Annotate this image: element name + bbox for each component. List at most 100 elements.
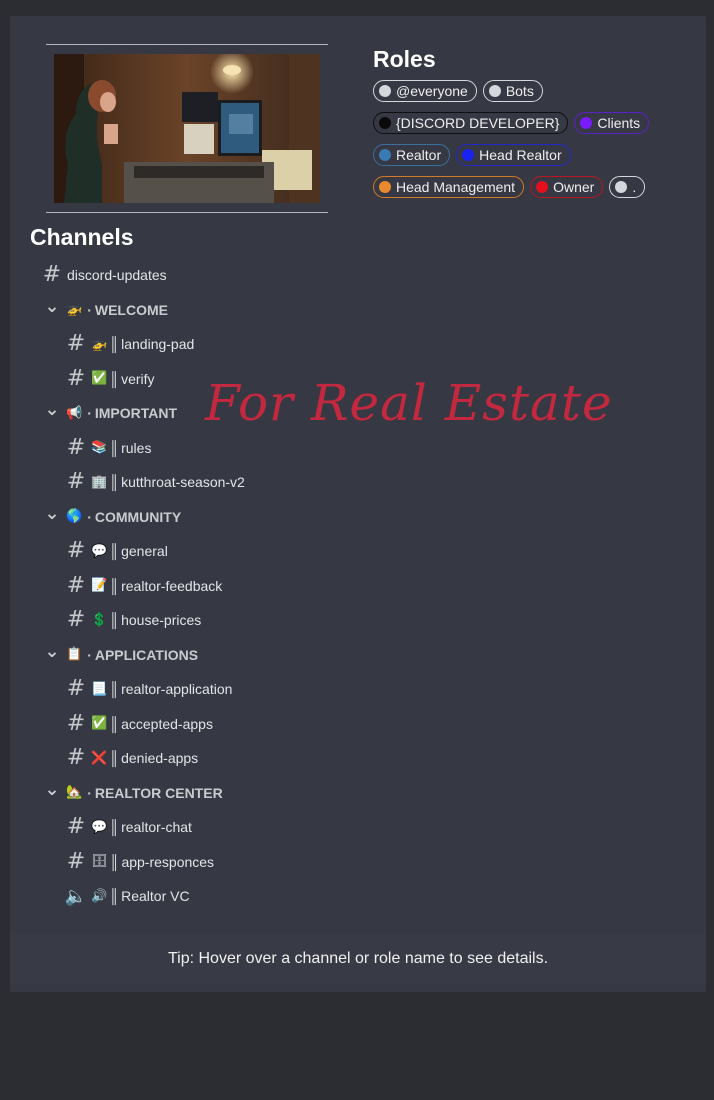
channel-item[interactable]: # 📃 ║ realtor-application [40,672,680,707]
role-name: Bots [505,83,534,99]
channel-name: app-responces [121,853,215,870]
roles-heading: Roles [373,46,436,72]
channel-name: kutthroat-season-v2 [121,474,245,491]
role-name: Clients [597,115,641,131]
category-emoji: 🚁 [66,302,83,318]
channel-list: # discord-updates ⌄ 🚁 · WELCOME # 🚁 ║ landing-pad… [40,258,680,914]
role-pill[interactable]: @everyone [373,80,477,102]
banner-frame [46,44,328,213]
channel-emoji: ✅ [91,371,108,387]
channel-name: realtor-application [121,681,233,698]
role-pill[interactable]: Owner [530,176,604,198]
channel-name: landing-pad [121,336,195,353]
channel-name: rules [121,439,152,456]
category-emoji: 🌎 [66,509,83,525]
text-channel-icon: # [66,572,86,598]
channel-item[interactable]: # 🗄 ║ app-responces [40,845,680,880]
channel-item[interactable]: # 🚁 ║ landing-pad [40,327,680,362]
category-header[interactable]: ⌄ 🌎 · COMMUNITY [40,500,680,535]
channel-separator: ║ [109,888,120,905]
role-name: Owner [553,179,595,195]
text-channel-icon: # [66,434,86,460]
role-name: @everyone [396,83,468,99]
channel-item[interactable]: # 📚 ║ rules [40,431,680,466]
channel-item[interactable]: # ✅ ║ accepted-apps [40,707,680,742]
text-channel-icon: # [66,745,86,771]
category-header[interactable]: ⌄ 🚁 · WELCOME [40,293,680,328]
channel-name: general [121,543,168,560]
channel-name: Realtor VC [121,888,190,905]
text-channel-icon: # [66,848,86,874]
text-channel-icon: # [66,538,86,564]
role-color-dot [615,181,628,193]
channel-separator: ║ [109,474,120,491]
channel-separator: ║ [109,819,120,836]
channel-emoji: 💲 [91,612,108,628]
role-pill[interactable]: Head Management [373,176,525,198]
channel-item[interactable]: # ❌ ║ denied-apps [40,741,680,776]
channel-item[interactable]: # 💲 ║ house-prices [40,603,680,638]
channel-separator: ║ [109,577,120,594]
server-banner-image [54,54,320,203]
channel-emoji: ❌ [91,750,108,766]
category-separator: · [87,508,92,525]
channel-name: realtor-chat [121,819,192,836]
role-pill[interactable]: Realtor [373,144,451,166]
channel-separator: ║ [109,543,120,560]
category-separator: · [87,301,92,318]
channel-emoji: 💬 [91,543,108,559]
category-name: IMPORTANT [94,405,178,422]
role-name: . [632,179,637,195]
role-color-dot [536,181,549,193]
channel-item[interactable]: # 🏢 ║ kutthroat-season-v2 [40,465,680,500]
channel-emoji: 💬 [91,819,108,835]
channels-heading: Channels [30,224,134,250]
channel-emoji: 🔊 [91,888,108,904]
channel-separator: ║ [109,750,120,767]
role-name: Head Management [396,179,516,195]
category-name: APPLICATIONS [94,646,199,663]
role-color-dot [379,149,391,161]
channel-item[interactable]: # 💬 ║ general [40,534,680,569]
channel-item[interactable]: # 💬 ║ realtor-chat [40,810,680,845]
role-row: {DISCORD DEVELOPER} Clients [373,112,703,136]
channel-item[interactable]: # discord-updates [40,258,680,293]
roles-list: @everyone Bots {DISCORD DEVELOPER} Clients R… [373,80,703,200]
category-header[interactable]: ⌄ 📋 · APPLICATIONS [40,638,680,673]
role-row: @everyone Bots [373,80,703,104]
role-pill[interactable]: {DISCORD DEVELOPER} [373,112,569,134]
channel-emoji: ✅ [91,716,108,732]
role-color-dot [379,181,391,193]
category-separator: · [87,405,92,422]
role-pill[interactable]: Bots [482,80,543,102]
role-name: Realtor [396,147,442,163]
channel-separator: ║ [109,336,120,353]
chevron-down-icon[interactable]: ⌄ [44,642,60,660]
channel-separator: ║ [109,612,120,629]
channel-separator: ║ [109,370,120,387]
channel-name: verify [121,370,155,387]
category-separator: · [87,646,92,663]
channel-item[interactable]: 🔈 🔊 ║ Realtor VC [40,879,680,914]
category-header[interactable]: ⌄ 🏡 · REALTOR CENTER [40,776,680,811]
category-separator: · [87,784,92,801]
text-channel-icon: # [66,331,86,357]
channel-name: denied-apps [121,750,199,767]
category-name: REALTOR CENTER [94,784,223,801]
chevron-down-icon[interactable]: ⌄ [44,297,60,315]
role-color-dot [462,149,475,161]
chevron-down-icon[interactable]: ⌄ [44,504,60,522]
tip-text: Tip: Hover over a channel or role name t… [167,950,549,967]
role-color-dot [580,117,593,129]
channel-separator: ║ [109,681,120,698]
chevron-down-icon[interactable]: ⌄ [44,780,60,798]
channel-item[interactable]: # 📝 ║ realtor-feedback [40,569,680,604]
role-pill[interactable]: Head Realtor [456,144,571,166]
channel-emoji: 🚁 [91,336,108,352]
role-pill[interactable]: Clients [574,112,650,134]
role-name: {DISCORD DEVELOPER} [396,115,560,131]
channel-emoji: 🏢 [91,474,108,490]
role-pill[interactable]: . [609,176,646,198]
channel-separator: ║ [109,715,120,732]
chevron-down-icon[interactable]: ⌄ [44,400,60,418]
